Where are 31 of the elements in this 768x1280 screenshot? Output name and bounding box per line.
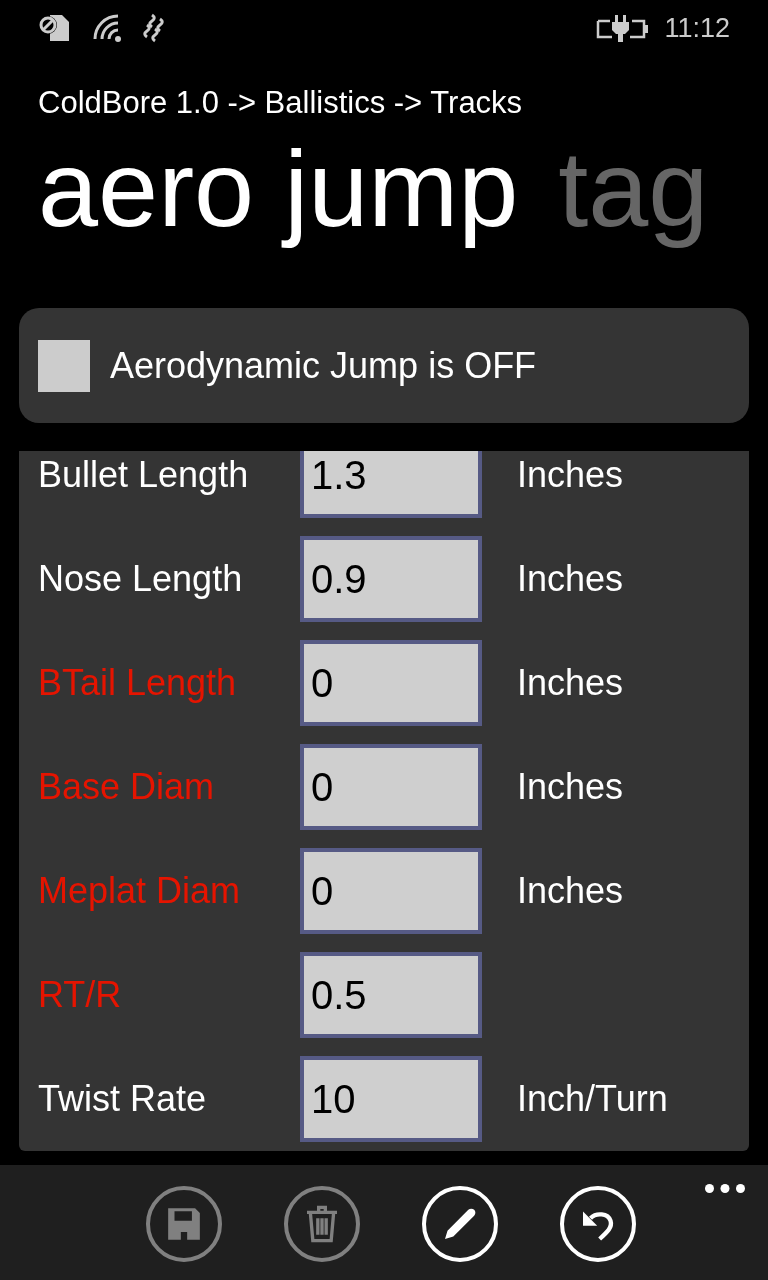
field-label: Twist Rate — [38, 1077, 208, 1121]
more-icon[interactable] — [705, 1184, 745, 1193]
pivot-tab[interactable]: aero jump — [38, 127, 519, 251]
undo-button[interactable] — [559, 1186, 636, 1262]
unit-label: Inches — [517, 869, 624, 913]
input-field[interactable]: 0 — [300, 848, 482, 934]
clock-time: 11:12 — [664, 12, 730, 44]
battery-charging-icon — [596, 13, 649, 43]
field-label: Base Diam — [38, 765, 216, 809]
checkbox-label: Aerodynamic Jump is OFF — [110, 343, 537, 388]
edit-button[interactable] — [421, 1186, 498, 1262]
field-label: Nose Length — [38, 557, 244, 601]
field-label: BTail Length — [38, 661, 238, 705]
input-field[interactable]: 0.9 — [300, 536, 482, 622]
input-field[interactable]: 0.5 — [300, 952, 482, 1038]
input-field[interactable]: 0 — [300, 744, 482, 830]
checkbox[interactable] — [38, 339, 90, 392]
no-sim-icon — [38, 14, 72, 42]
unit-label: Inches — [517, 453, 624, 497]
breadcrumb-text: ColdBore 1.0 -> Ballistics -> Tracks — [38, 85, 523, 121]
field-label: RT/R — [38, 973, 123, 1017]
input-field[interactable]: 10 — [300, 1056, 482, 1142]
input-field[interactable]: 1.3 — [300, 451, 482, 518]
pivot-tab[interactable]: tag — [558, 127, 709, 251]
field-label: Bullet Length — [38, 453, 250, 497]
unit-label: Inches — [517, 765, 624, 809]
unit-label: Inches — [517, 557, 624, 601]
unit-label: Inch/Turn — [517, 1077, 668, 1121]
unit-label: Inches — [517, 661, 624, 705]
field-label: Meplat Diam — [38, 869, 242, 913]
input-field[interactable]: 0 — [300, 640, 482, 726]
